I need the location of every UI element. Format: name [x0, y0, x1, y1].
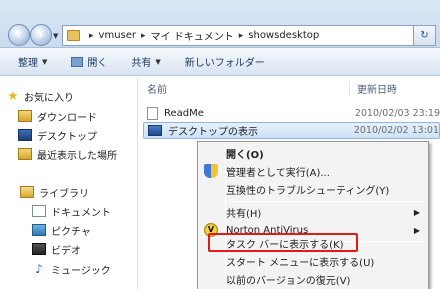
menu-item-label: 共有(H) — [226, 208, 262, 220]
menu-item-pin-start[interactable]: スタート メニューに表示する(U) — [226, 252, 426, 270]
forward-button[interactable]: › — [30, 24, 52, 46]
breadcrumb-showsdesktop[interactable]: showsdesktop — [248, 30, 319, 41]
menu-item-label: 開く(O) — [226, 149, 264, 161]
menu-item-restore-versions[interactable]: 以前のバージョンの復元(V) — [226, 270, 426, 288]
sidebar-item-videos[interactable]: ビデオ — [32, 240, 81, 258]
command-toolbar: 整理 ▼ 開く 共有 ▼ 新しいフォルダー — [0, 48, 440, 76]
column-divider[interactable] — [349, 80, 350, 96]
file-row-show-desktop[interactable]: デスクトップの表示 2010/02/02 13:01 — [143, 122, 440, 139]
organize-label: 整理 — [18, 58, 38, 69]
open-button[interactable]: 開く — [71, 54, 107, 69]
address-field[interactable]: ▸ vmuser ▸ マイ ドキュメント ▸ showsdesktop — [62, 25, 414, 46]
share-button[interactable]: 共有 ▼ — [131, 54, 161, 70]
breadcrumb-vmuser[interactable]: vmuser — [99, 30, 136, 41]
menu-item-open[interactable]: 開く(O) — [226, 144, 426, 162]
breadcrumb-separator[interactable]: ▸ — [89, 31, 94, 41]
organize-button[interactable]: 整理 ▼ — [18, 54, 48, 70]
menu-item-label: 管理者として実行(A)... — [226, 167, 330, 179]
sidebar-item-downloads[interactable]: ダウンロード — [18, 107, 97, 125]
chevron-down-icon: ▼ — [155, 57, 161, 66]
refresh-icon[interactable]: ↻ — [414, 25, 436, 46]
music-icon: ♪ — [35, 262, 43, 276]
shortcut-icon — [148, 125, 162, 136]
file-row-readme[interactable]: ReadMe 2010/02/03 23:19 — [143, 105, 440, 122]
menu-separator — [228, 201, 424, 202]
menu-item-label: 互換性のトラブルシューティング(Y) — [226, 185, 390, 197]
sidebar-item-label: ミュージック — [51, 265, 111, 277]
text-file-icon — [147, 107, 158, 120]
documents-icon — [32, 205, 46, 217]
sidebar-item-label: ダウンロード — [37, 112, 97, 124]
sidebar-item-desktop[interactable]: デスクトップ — [18, 126, 97, 144]
sidebar-item-favorites[interactable]: ★ お気に入り — [6, 87, 74, 105]
file-name: デスクトップの表示 — [168, 127, 258, 138]
back-button[interactable]: ‹ — [8, 24, 30, 46]
recent-places-icon — [18, 148, 32, 160]
file-name: ReadMe — [164, 108, 204, 119]
sidebar-item-label: ピクチャ — [51, 226, 91, 238]
open-label: 開く — [87, 58, 108, 69]
pictures-icon — [32, 224, 46, 236]
address-bar-region: ‹ › ▼ ▸ vmuser ▸ マイ ドキュメント ▸ showsdeskto… — [0, 0, 440, 48]
recent-pages-dropdown-icon[interactable]: ▼ — [53, 32, 58, 40]
menu-item-share[interactable]: 共有(H) ▶ — [226, 203, 426, 221]
menu-item-label: スタート メニューに表示する(U) — [226, 257, 375, 269]
desktop-icon — [18, 129, 32, 141]
sidebar-item-label: ドキュメント — [51, 207, 111, 219]
breadcrumb-separator[interactable]: ▸ — [141, 31, 146, 41]
videos-icon — [32, 243, 46, 255]
annotation-highlight-box — [208, 233, 358, 252]
new-folder-button[interactable]: 新しいフォルダー — [185, 54, 265, 69]
sidebar-item-label: お気に入り — [24, 92, 74, 104]
sidebar-item-recent[interactable]: 最近表示した場所 — [18, 145, 117, 163]
sidebar-item-documents[interactable]: ドキュメント — [32, 202, 111, 220]
column-header-date[interactable]: 更新日時 — [357, 77, 397, 99]
breadcrumb-separator[interactable]: ▸ — [239, 31, 244, 41]
sidebar-item-label: 最近表示した場所 — [37, 150, 117, 162]
menu-item-run-as-admin[interactable]: 管理者として実行(A)... — [204, 162, 426, 180]
new-folder-label: 新しいフォルダー — [184, 58, 265, 69]
sidebar-item-label: ライブラリ — [39, 188, 89, 200]
library-icon — [20, 186, 34, 198]
sidebar-item-label: デスクトップ — [37, 131, 97, 143]
downloads-folder-icon — [18, 110, 32, 122]
open-icon — [71, 56, 84, 67]
submenu-arrow-icon: ▶ — [413, 207, 420, 217]
uac-shield-icon — [204, 164, 218, 178]
breadcrumb-my-documents[interactable]: マイ ドキュメント — [151, 28, 234, 43]
share-label: 共有 — [131, 58, 152, 69]
star-icon: ★ — [7, 88, 19, 104]
context-menu: 開く(O) 管理者として実行(A)... 互換性のトラブルシューティング(Y) … — [197, 141, 429, 289]
folder-icon — [67, 30, 80, 41]
sidebar-item-music[interactable]: ♪ ミュージック — [32, 260, 111, 278]
menu-item-troubleshoot[interactable]: 互換性のトラブルシューティング(Y) — [226, 180, 426, 198]
file-date: 2010/02/03 23:19 — [354, 108, 440, 119]
sidebar-item-libraries[interactable]: ライブラリ — [20, 183, 89, 201]
navigation-pane: ★ お気に入り ダウンロード デスクトップ 最近表示した場所 ライブラリ ドキュ… — [0, 77, 138, 289]
file-date: 2010/02/02 13:01 — [353, 125, 439, 136]
sidebar-item-pictures[interactable]: ピクチャ — [32, 221, 91, 239]
menu-item-label: 以前のバージョンの復元(V) — [226, 275, 351, 287]
sidebar-item-label: ビデオ — [51, 245, 81, 257]
chevron-down-icon: ▼ — [42, 57, 48, 66]
column-header-name[interactable]: 名前 — [147, 77, 167, 99]
